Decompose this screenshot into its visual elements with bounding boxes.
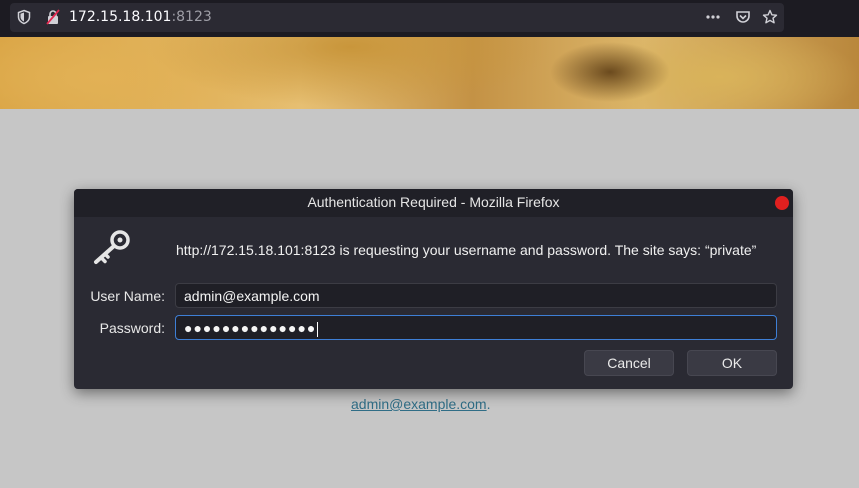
password-value: ●●●●●●●●●●●●●● <box>184 320 317 336</box>
username-field[interactable]: admin@example.com <box>175 283 777 308</box>
close-button[interactable] <box>775 196 789 210</box>
url-text[interactable]: 172.15.18.101:8123 <box>69 9 212 25</box>
contact-line: admin@example.com. <box>351 396 491 412</box>
more-actions-icon[interactable] <box>705 9 721 25</box>
key-icon <box>91 229 131 267</box>
insecure-lock-icon[interactable] <box>45 9 61 25</box>
auth-message: http://172.15.18.101:8123 is requesting … <box>176 242 757 258</box>
url-bar[interactable]: 172.15.18.101:8123 <box>10 3 784 32</box>
username-label: User Name: <box>90 288 165 304</box>
cancel-button[interactable]: Cancel <box>584 350 674 376</box>
contact-email-link[interactable]: admin@example.com <box>351 396 487 412</box>
dialog-titlebar[interactable]: Authentication Required - Mozilla Firefo… <box>74 189 793 217</box>
ok-button[interactable]: OK <box>687 350 777 376</box>
pocket-icon[interactable] <box>735 9 751 25</box>
header-banner-image <box>0 37 859 109</box>
url-host: 172.15.18.101 <box>69 9 172 25</box>
browser-toolbar: 172.15.18.101:8123 <box>0 0 859 37</box>
url-port: :8123 <box>171 9 212 25</box>
password-label: Password: <box>99 320 165 336</box>
text-caret <box>317 321 319 337</box>
bookmark-star-icon[interactable] <box>762 9 778 25</box>
dialog-title: Authentication Required - Mozilla Firefo… <box>307 194 560 210</box>
auth-dialog: Authentication Required - Mozilla Firefo… <box>74 189 793 389</box>
contact-suffix: . <box>486 396 491 412</box>
tracking-protection-shield-icon[interactable] <box>16 9 32 25</box>
password-field[interactable]: ●●●●●●●●●●●●●● <box>175 315 777 340</box>
